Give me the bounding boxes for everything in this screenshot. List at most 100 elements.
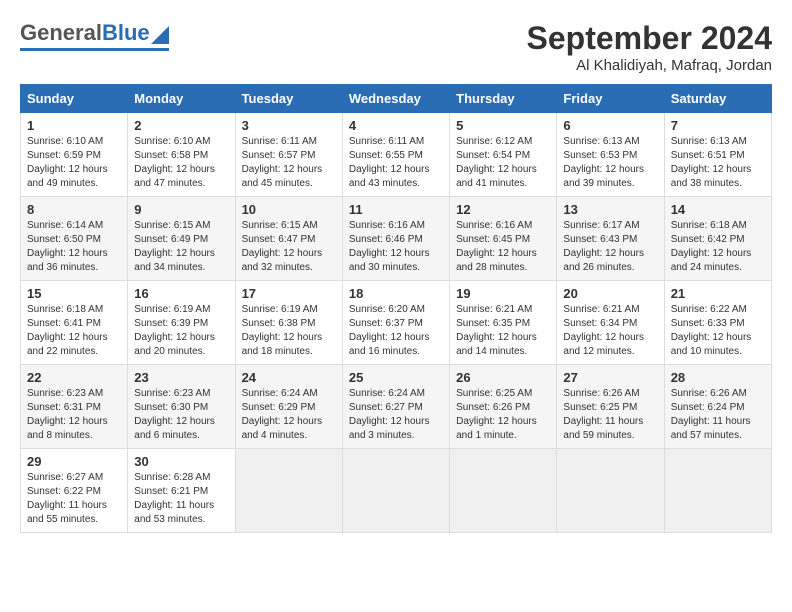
day-number: 22	[27, 370, 121, 385]
page-title: September 2024	[527, 20, 772, 57]
calendar-cell: 15 Sunrise: 6:18 AM Sunset: 6:41 PM Dayli…	[21, 281, 128, 365]
calendar-cell: 30 Sunrise: 6:28 AM Sunset: 6:21 PM Dayli…	[128, 449, 235, 533]
day-number: 26	[456, 370, 550, 385]
calendar-cell: 27Sunrise: 6:26 AM Sunset: 6:25 PM Dayli…	[557, 365, 664, 449]
day-number: 29	[27, 454, 121, 469]
title-block: September 2024 Al Khalidiyah, Mafraq, Jo…	[527, 20, 772, 74]
calendar-header-wednesday: Wednesday	[342, 85, 449, 113]
calendar-cell: 10 Sunrise: 6:15 AM Sunset: 6:47 PM Dayli…	[235, 197, 342, 281]
day-number: 13	[563, 202, 657, 217]
day-info: Sunrise: 6:27 AM Sunset: 6:22 PM Dayligh…	[27, 471, 121, 527]
calendar-cell: 1 Sunrise: 6:10 AM Sunset: 6:59 PM Daylig…	[21, 113, 128, 197]
calendar-cell: 7Sunrise: 6:13 AM Sunset: 6:51 PM Daylig…	[664, 113, 771, 197]
calendar-cell: 13Sunrise: 6:17 AM Sunset: 6:43 PM Dayli…	[557, 197, 664, 281]
logo-general: General	[20, 20, 102, 46]
day-info: Sunrise: 6:26 AM Sunset: 6:25 PM Dayligh…	[563, 387, 657, 443]
calendar-cell: 17Sunrise: 6:19 AM Sunset: 6:38 PM Dayli…	[235, 281, 342, 365]
day-number: 21	[671, 286, 765, 301]
calendar-header-monday: Monday	[128, 85, 235, 113]
day-number: 8	[27, 202, 121, 217]
day-number: 15	[27, 286, 121, 301]
day-info: Sunrise: 6:21 AM Sunset: 6:35 PM Dayligh…	[456, 303, 550, 359]
calendar-cell: 28Sunrise: 6:26 AM Sunset: 6:24 PM Dayli…	[664, 365, 771, 449]
day-info: Sunrise: 6:14 AM Sunset: 6:50 PM Dayligh…	[27, 219, 121, 275]
day-number: 6	[563, 118, 657, 133]
day-info: Sunrise: 6:15 AM Sunset: 6:49 PM Dayligh…	[134, 219, 228, 275]
day-info: Sunrise: 6:10 AM Sunset: 6:58 PM Dayligh…	[134, 135, 228, 191]
day-info: Sunrise: 6:23 AM Sunset: 6:30 PM Dayligh…	[134, 387, 228, 443]
calendar-cell: 14 Sunrise: 6:18 AM Sunset: 6:42 PM Dayli…	[664, 197, 771, 281]
calendar-cell: 11 Sunrise: 6:16 AM Sunset: 6:46 PM Dayli…	[342, 197, 449, 281]
calendar-cell: 9 Sunrise: 6:15 AM Sunset: 6:49 PM Daylig…	[128, 197, 235, 281]
day-number: 14	[671, 202, 765, 217]
calendar-cell: 23 Sunrise: 6:23 AM Sunset: 6:30 PM Dayli…	[128, 365, 235, 449]
calendar-cell: 19 Sunrise: 6:21 AM Sunset: 6:35 PM Dayli…	[450, 281, 557, 365]
header: General Blue September 2024 Al Khalidiya…	[20, 20, 772, 74]
calendar-cell: 6 Sunrise: 6:13 AM Sunset: 6:53 PM Daylig…	[557, 113, 664, 197]
day-info: Sunrise: 6:18 AM Sunset: 6:41 PM Dayligh…	[27, 303, 121, 359]
day-number: 2	[134, 118, 228, 133]
calendar-cell: 3Sunrise: 6:11 AM Sunset: 6:57 PM Daylig…	[235, 113, 342, 197]
calendar-cell: 25 Sunrise: 6:24 AM Sunset: 6:27 PM Dayli…	[342, 365, 449, 449]
day-number: 23	[134, 370, 228, 385]
day-info: Sunrise: 6:23 AM Sunset: 6:31 PM Dayligh…	[27, 387, 121, 443]
day-info: Sunrise: 6:22 AM Sunset: 6:33 PM Dayligh…	[671, 303, 765, 359]
day-info: Sunrise: 6:13 AM Sunset: 6:51 PM Dayligh…	[671, 135, 765, 191]
day-info: Sunrise: 6:15 AM Sunset: 6:47 PM Dayligh…	[242, 219, 336, 275]
calendar-header-tuesday: Tuesday	[235, 85, 342, 113]
day-info: Sunrise: 6:18 AM Sunset: 6:42 PM Dayligh…	[671, 219, 765, 275]
day-number: 18	[349, 286, 443, 301]
calendar-table: SundayMondayTuesdayWednesdayThursdayFrid…	[20, 84, 772, 533]
calendar-cell	[235, 449, 342, 533]
day-number: 30	[134, 454, 228, 469]
page-subtitle: Al Khalidiyah, Mafraq, Jordan	[527, 57, 772, 74]
day-info: Sunrise: 6:24 AM Sunset: 6:29 PM Dayligh…	[242, 387, 336, 443]
calendar-cell: 2 Sunrise: 6:10 AM Sunset: 6:58 PM Daylig…	[128, 113, 235, 197]
calendar-week-5: 29 Sunrise: 6:27 AM Sunset: 6:22 PM Dayli…	[21, 449, 772, 533]
day-info: Sunrise: 6:13 AM Sunset: 6:53 PM Dayligh…	[563, 135, 657, 191]
calendar-cell: 21 Sunrise: 6:22 AM Sunset: 6:33 PM Dayli…	[664, 281, 771, 365]
calendar-header-friday: Friday	[557, 85, 664, 113]
calendar-cell: 12 Sunrise: 6:16 AM Sunset: 6:45 PM Dayli…	[450, 197, 557, 281]
day-info: Sunrise: 6:10 AM Sunset: 6:59 PM Dayligh…	[27, 135, 121, 191]
day-info: Sunrise: 6:20 AM Sunset: 6:37 PM Dayligh…	[349, 303, 443, 359]
day-info: Sunrise: 6:19 AM Sunset: 6:39 PM Dayligh…	[134, 303, 228, 359]
day-number: 12	[456, 202, 550, 217]
day-number: 3	[242, 118, 336, 133]
day-info: Sunrise: 6:16 AM Sunset: 6:45 PM Dayligh…	[456, 219, 550, 275]
day-info: Sunrise: 6:11 AM Sunset: 6:55 PM Dayligh…	[349, 135, 443, 191]
day-info: Sunrise: 6:16 AM Sunset: 6:46 PM Dayligh…	[349, 219, 443, 275]
day-number: 19	[456, 286, 550, 301]
calendar-header-sunday: Sunday	[21, 85, 128, 113]
calendar-cell: 16 Sunrise: 6:19 AM Sunset: 6:39 PM Dayli…	[128, 281, 235, 365]
day-info: Sunrise: 6:24 AM Sunset: 6:27 PM Dayligh…	[349, 387, 443, 443]
calendar-cell: 29 Sunrise: 6:27 AM Sunset: 6:22 PM Dayli…	[21, 449, 128, 533]
calendar-cell	[664, 449, 771, 533]
day-info: Sunrise: 6:25 AM Sunset: 6:26 PM Dayligh…	[456, 387, 550, 443]
calendar-cell	[557, 449, 664, 533]
page: General Blue September 2024 Al Khalidiya…	[0, 0, 792, 543]
day-number: 10	[242, 202, 336, 217]
day-number: 25	[349, 370, 443, 385]
day-number: 28	[671, 370, 765, 385]
calendar-cell: 8 Sunrise: 6:14 AM Sunset: 6:50 PM Daylig…	[21, 197, 128, 281]
calendar-header-thursday: Thursday	[450, 85, 557, 113]
calendar-cell: 4 Sunrise: 6:11 AM Sunset: 6:55 PM Daylig…	[342, 113, 449, 197]
calendar-week-3: 15 Sunrise: 6:18 AM Sunset: 6:41 PM Dayli…	[21, 281, 772, 365]
day-number: 9	[134, 202, 228, 217]
day-info: Sunrise: 6:12 AM Sunset: 6:54 PM Dayligh…	[456, 135, 550, 191]
day-info: Sunrise: 6:28 AM Sunset: 6:21 PM Dayligh…	[134, 471, 228, 527]
day-number: 1	[27, 118, 121, 133]
calendar-week-2: 8 Sunrise: 6:14 AM Sunset: 6:50 PM Daylig…	[21, 197, 772, 281]
logo-blue: Blue	[102, 20, 150, 46]
calendar-header-row: SundayMondayTuesdayWednesdayThursdayFrid…	[21, 85, 772, 113]
day-number: 16	[134, 286, 228, 301]
calendar-cell: 18 Sunrise: 6:20 AM Sunset: 6:37 PM Dayli…	[342, 281, 449, 365]
day-info: Sunrise: 6:19 AM Sunset: 6:38 PM Dayligh…	[242, 303, 336, 359]
day-info: Sunrise: 6:21 AM Sunset: 6:34 PM Dayligh…	[563, 303, 657, 359]
day-number: 5	[456, 118, 550, 133]
calendar-cell: 22 Sunrise: 6:23 AM Sunset: 6:31 PM Dayli…	[21, 365, 128, 449]
day-number: 11	[349, 202, 443, 217]
day-number: 4	[349, 118, 443, 133]
logo: General Blue	[20, 20, 169, 51]
